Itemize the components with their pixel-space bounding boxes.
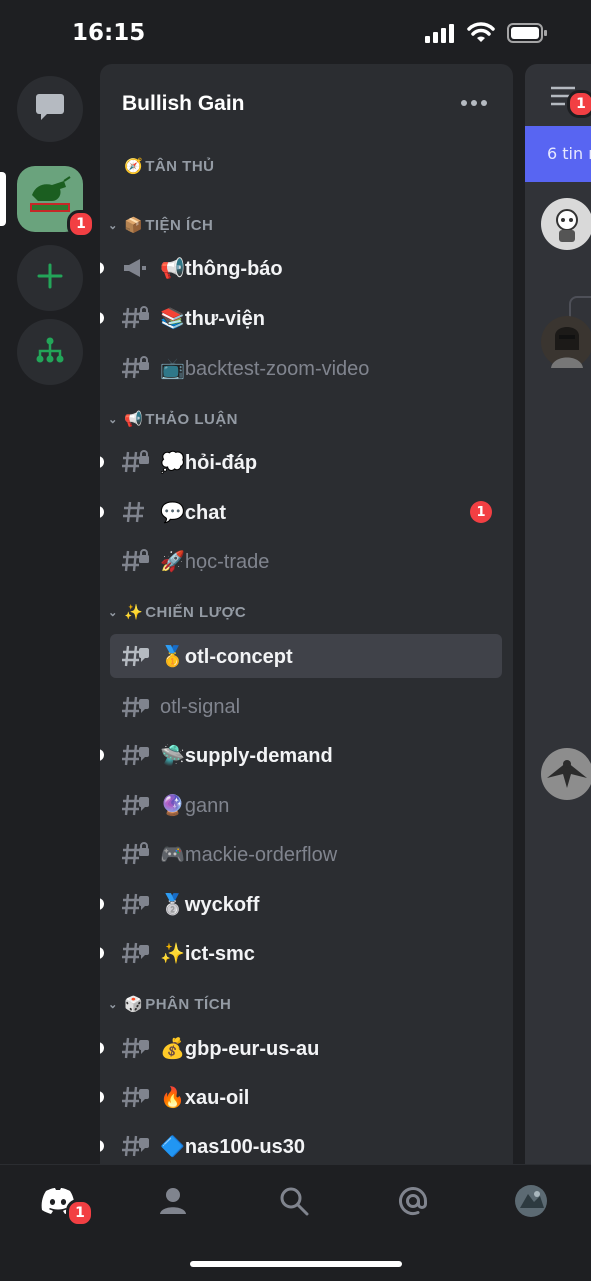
unread-indicator — [100, 1042, 104, 1054]
server-options-button[interactable] — [461, 100, 487, 106]
hash-icon — [122, 500, 152, 524]
friends-icon — [159, 1186, 191, 1220]
home-indicator — [190, 1261, 402, 1267]
channel-otl-signal[interactable]: otl-signal — [110, 685, 502, 729]
server-rail: 1 — [0, 64, 100, 1164]
locked-hash-icon — [122, 450, 152, 474]
plus-icon — [37, 263, 63, 293]
channel-hoi-dap[interactable]: 💭hỏi-đáp — [100, 440, 502, 484]
chevron-down-icon: ⌄ — [108, 413, 118, 426]
unread-indicator — [100, 506, 104, 518]
nav-mentions-button[interactable] — [383, 1183, 443, 1223]
unread-indicator — [100, 749, 104, 761]
nav-friends-button[interactable] — [145, 1183, 205, 1223]
channel-mackie-orderflow[interactable]: 🎮mackie-orderflow — [110, 832, 502, 876]
thread-hash-icon — [122, 892, 152, 916]
server-notification-badge: 1 — [67, 210, 95, 238]
locked-hash-icon — [122, 306, 152, 330]
unread-indicator — [100, 312, 104, 324]
at-sign-icon — [398, 1186, 428, 1220]
locked-hash-icon — [122, 356, 152, 380]
nav-profile-button[interactable] — [501, 1183, 561, 1223]
server-bullish-gain[interactable]: 1 — [17, 166, 95, 238]
profile-avatar — [514, 1184, 548, 1222]
channel-supply-demand[interactable]: 🛸supply-demand — [100, 733, 502, 777]
status-time: 16:15 — [72, 20, 146, 46]
nav-home-button[interactable]: 1 — [28, 1183, 94, 1227]
status-bar: 16:15 — [0, 0, 591, 64]
add-server-button[interactable] — [17, 245, 83, 311]
unread-indicator — [100, 898, 104, 910]
server-name[interactable]: Bullish Gain — [122, 92, 245, 116]
channel-nas100-us30[interactable]: 🔷nas100-us30 — [100, 1124, 502, 1164]
category-tien-ich[interactable]: ⌄ 📦 TIỆN ÍCH — [106, 210, 213, 240]
chevron-down-icon: ⌄ — [108, 219, 118, 232]
thread-hash-icon — [122, 941, 152, 965]
channel-hoc-trade[interactable]: 🚀học-trade — [110, 539, 502, 583]
members-badge: 1 — [567, 90, 591, 118]
category-phan-tich[interactable]: ⌄ 🎲 PHÂN TÍCH — [106, 989, 231, 1019]
unread-indicator — [100, 262, 104, 274]
avatar[interactable] — [541, 316, 591, 368]
category-thao-luan[interactable]: ⌄ 📢 THẢO LUẬN — [106, 404, 238, 434]
unread-indicator — [100, 1091, 104, 1103]
active-server-indicator — [0, 172, 6, 226]
locked-hash-icon — [122, 842, 152, 866]
channel-chat[interactable]: 💬chat 1 — [100, 490, 502, 534]
nav-search-button[interactable] — [264, 1183, 324, 1223]
thread-hash-icon — [122, 1085, 152, 1109]
battery-icon — [507, 22, 547, 48]
search-icon — [279, 1186, 309, 1220]
thread-hash-icon — [122, 695, 152, 719]
locked-hash-icon — [122, 549, 152, 573]
wifi-icon — [467, 22, 495, 48]
channel-gbp-eur-us-au[interactable]: 💰gbp-eur-us-au — [100, 1026, 502, 1070]
discover-servers-button[interactable] — [17, 319, 83, 385]
chat-bubble-icon — [35, 93, 65, 125]
chevron-down-icon: ⌄ — [108, 998, 118, 1011]
reply-connector — [569, 296, 591, 318]
cellular-signal-icon — [425, 23, 455, 47]
channel-ict-smc[interactable]: ✨ict-smc — [100, 931, 502, 975]
unread-indicator — [100, 456, 104, 468]
channel-xau-oil[interactable]: 🔥xau-oil — [100, 1075, 502, 1119]
chevron-down-icon: ⌄ — [108, 606, 118, 619]
thread-hash-icon — [122, 1036, 152, 1060]
channel-thong-bao[interactable]: 📢thông-báo — [100, 246, 502, 290]
new-messages-banner[interactable]: 6 tin n — [525, 126, 591, 182]
thread-hash-icon — [122, 1134, 152, 1158]
direct-messages-button[interactable] — [17, 76, 83, 142]
channel-otl-concept[interactable]: 🥇otl-concept — [110, 634, 502, 678]
channel-backtest-zoom-video[interactable]: 📺backtest-zoom-video — [110, 346, 502, 390]
thread-hash-icon — [122, 743, 152, 767]
channel-gann[interactable]: 🔮gann — [110, 783, 502, 827]
avatar[interactable] — [541, 748, 591, 800]
home-notification-badge: 1 — [66, 1199, 94, 1227]
channel-wyckoff[interactable]: 🥈wyckoff — [100, 882, 502, 926]
mention-badge: 1 — [470, 501, 492, 523]
unread-indicator — [100, 947, 104, 959]
chat-area-peek[interactable]: 1 6 tin n — [525, 64, 591, 1164]
category-tan-thu[interactable]: 🧭 TÂN THỦ — [106, 151, 215, 181]
more-dots-icon — [461, 100, 467, 106]
announcement-icon — [122, 257, 152, 279]
avatar[interactable] — [541, 198, 591, 250]
unread-indicator — [100, 1140, 104, 1152]
thread-hash-icon — [122, 793, 152, 817]
thread-hash-icon — [122, 644, 152, 668]
category-chien-luoc[interactable]: ⌄ ✨ CHIẾN LƯỢC — [106, 597, 246, 627]
channel-thu-vien[interactable]: 📚thư-viện — [100, 296, 502, 340]
hub-tree-icon — [36, 336, 64, 368]
channel-list-panel: Bullish Gain 🧭 TÂN THỦ ⌄ 📦 TIỆN ÍCH ⌄ 📢 … — [100, 64, 513, 1164]
